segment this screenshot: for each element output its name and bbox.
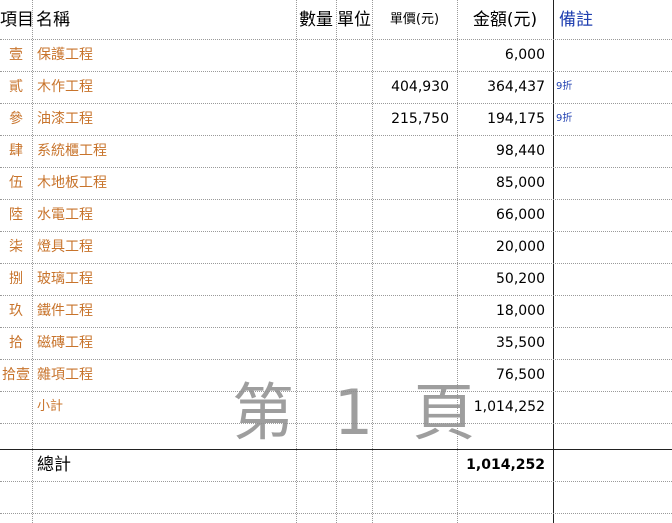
header-remarks[interactable]: 備註 [553, 0, 672, 40]
row-name[interactable]: 燈具工程 [32, 231, 296, 263]
header-unit[interactable]: 單位 [336, 0, 372, 40]
row-note[interactable] [553, 39, 672, 71]
row-unit-price[interactable] [372, 167, 457, 199]
row-name[interactable]: 鐵件工程 [32, 295, 296, 327]
col-divider [296, 0, 297, 523]
row-name[interactable]: 磁磚工程 [32, 327, 296, 359]
row-amount[interactable]: 194,175 [457, 103, 553, 135]
row-amount[interactable]: 18,000 [457, 295, 553, 327]
row-index[interactable]: 參 [0, 103, 32, 135]
header-quantity[interactable]: 數量 [296, 0, 336, 40]
row-unit-price[interactable] [372, 295, 457, 327]
row-unit-price[interactable] [372, 263, 457, 295]
header-amount[interactable]: 金額(元) [457, 0, 553, 40]
row-unit-price[interactable] [372, 135, 457, 167]
row-index[interactable]: 捌 [0, 263, 32, 295]
row-unit-price[interactable] [372, 39, 457, 71]
subtotal-label[interactable]: 小計 [32, 391, 296, 423]
header-unit-price[interactable]: 單價(元) [372, 0, 457, 40]
spreadsheet: 項目 名稱 數量 單位 單價(元) 金額(元) 備註 壹保護工程 6,000 貳木作… [0, 0, 672, 523]
row-note[interactable] [553, 199, 672, 231]
row-note[interactable] [553, 295, 672, 327]
header-item[interactable]: 項目 [0, 0, 32, 40]
row-divider [0, 423, 672, 424]
row-unit-price[interactable] [372, 327, 457, 359]
row-amount[interactable]: 20,000 [457, 231, 553, 263]
row-note[interactable] [553, 327, 672, 359]
row-unit-price[interactable]: 215,750 [372, 103, 457, 135]
header-name[interactable]: 名稱 [36, 0, 294, 40]
row-name[interactable]: 玻璃工程 [32, 263, 296, 295]
col-divider [336, 0, 337, 523]
row-note[interactable] [553, 135, 672, 167]
row-name[interactable]: 木地板工程 [32, 167, 296, 199]
row-note[interactable] [553, 231, 672, 263]
row-amount[interactable]: 6,000 [457, 39, 553, 71]
row-name[interactable]: 保護工程 [32, 39, 296, 71]
row-name[interactable]: 木作工程 [32, 71, 296, 103]
row-index[interactable]: 拾壹 [0, 359, 32, 391]
row-note[interactable]: 9折 [553, 103, 672, 135]
subtotal-amount[interactable]: 1,014,252 [457, 391, 553, 423]
row-divider [0, 481, 672, 482]
row-name[interactable]: 系統櫃工程 [32, 135, 296, 167]
total-label[interactable]: 總計 [32, 450, 296, 481]
row-amount[interactable]: 50,200 [457, 263, 553, 295]
row-divider [0, 513, 672, 514]
row-name[interactable]: 水電工程 [32, 199, 296, 231]
total-amount[interactable]: 1,014,252 [457, 450, 553, 481]
row-name[interactable]: 油漆工程 [32, 103, 296, 135]
row-note[interactable]: 9折 [553, 71, 672, 103]
row-name[interactable]: 雜項工程 [32, 359, 296, 391]
row-amount[interactable]: 66,000 [457, 199, 553, 231]
row-index[interactable]: 玖 [0, 295, 32, 327]
row-amount[interactable]: 76,500 [457, 359, 553, 391]
row-amount[interactable]: 85,000 [457, 167, 553, 199]
row-index[interactable]: 拾 [0, 327, 32, 359]
row-note[interactable] [553, 263, 672, 295]
row-unit-price[interactable]: 404,930 [372, 71, 457, 103]
row-note[interactable] [553, 359, 672, 391]
row-amount[interactable]: 98,440 [457, 135, 553, 167]
row-amount[interactable]: 364,437 [457, 71, 553, 103]
row-index[interactable]: 柒 [0, 231, 32, 263]
row-amount[interactable]: 35,500 [457, 327, 553, 359]
row-unit-price[interactable] [372, 231, 457, 263]
row-index[interactable]: 伍 [0, 167, 32, 199]
row-unit-price[interactable] [372, 199, 457, 231]
row-unit-price[interactable] [372, 359, 457, 391]
row-index[interactable]: 壹 [0, 39, 32, 71]
row-index[interactable]: 陸 [0, 199, 32, 231]
row-note[interactable] [553, 167, 672, 199]
row-index[interactable]: 貳 [0, 71, 32, 103]
row-index[interactable]: 肆 [0, 135, 32, 167]
